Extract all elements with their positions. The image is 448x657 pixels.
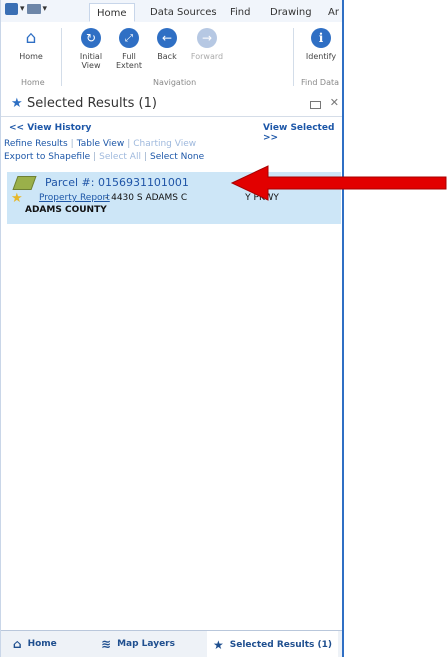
star-icon: ★ <box>11 96 23 111</box>
ribbon: ⌂ Home ↻ Initial View ⤢ Full Extent ← Ba… <box>1 22 342 93</box>
address-text: - 4430 S ADAMS C Y PKWY <box>105 193 279 203</box>
separator: | <box>70 139 74 149</box>
select-none-link[interactable]: Select None <box>150 152 204 162</box>
parcel-title[interactable]: Parcel #: 0156931101001 <box>45 176 189 189</box>
export-shapefile-link[interactable]: Export to Shapefile <box>4 152 90 162</box>
select-all-link: Select All <box>99 152 141 162</box>
separator: | <box>93 152 97 162</box>
dropdown-arrow-icon-2[interactable]: ▾ <box>43 4 48 14</box>
tab-analysis[interactable]: Ar <box>321 3 342 22</box>
favorite-star-icon[interactable]: ★ <box>11 191 23 206</box>
bottom-tab-selected-results-label: Selected Results (1) <box>229 639 333 650</box>
identify-button[interactable]: i Identify <box>301 28 341 61</box>
full-extent-button[interactable]: ⤢ Full Extent <box>109 28 149 70</box>
home-icon: ⌂ <box>25 27 37 48</box>
close-icon[interactable]: ✕ <box>330 96 339 109</box>
selected-results-header: ★ Selected Results (1) ✕ <box>1 92 342 117</box>
forward-label: Forward <box>190 52 224 61</box>
group-label-find-data: Find Data <box>301 78 340 87</box>
property-report-link[interactable]: Property Report <box>39 193 110 203</box>
bottom-tab-map-layers[interactable]: ≋ Map Layers <box>101 637 175 651</box>
table-view-link[interactable]: Table View <box>77 139 125 149</box>
separator: | <box>127 139 131 149</box>
save-icon[interactable] <box>5 3 18 15</box>
county-text: ADAMS COUNTY <box>25 205 107 215</box>
group-label-navigation: Navigation <box>153 78 197 87</box>
full-extent-label: Full Extent <box>115 52 143 70</box>
parcel-icon <box>12 176 37 190</box>
bottom-tab-selected-results[interactable]: ★ Selected Results (1) <box>207 631 339 657</box>
bottom-tab-map-layers-label: Map Layers <box>117 639 175 649</box>
address-tail: Y PKWY <box>245 193 279 203</box>
minimize-icon[interactable] <box>310 101 321 109</box>
initial-view-button[interactable]: ↻ Initial View <box>71 28 111 70</box>
bottom-tab-home-label: Home <box>27 639 57 649</box>
result-list-item[interactable]: Parcel #: 0156931101001 ★ Property Repor… <box>7 172 341 224</box>
actions-row-2: Export to Shapefile | Select All | Select No… <box>4 152 204 162</box>
bottom-tab-bar: ⌂ Home ≋ Map Layers ★ Selected Results (… <box>1 630 342 657</box>
star-icon: ★ <box>213 637 224 652</box>
back-label: Back <box>157 52 177 61</box>
charting-view-link: Charting View <box>133 139 197 149</box>
group-label-home: Home <box>21 78 45 87</box>
forward-arrow-icon: → <box>197 28 217 48</box>
view-selected-link[interactable]: View Selected >> <box>263 123 342 143</box>
back-button[interactable]: ← Back <box>147 28 187 61</box>
panel-title: Selected Results (1) <box>27 96 157 111</box>
divider <box>61 28 62 86</box>
identify-label: Identify <box>305 52 337 61</box>
ribbon-tab-row: ▾ ▾ Home Data Sources Find Drawing Ar <box>1 0 342 23</box>
quick-access-toolbar: ▾ ▾ <box>5 3 47 15</box>
tab-data-sources[interactable]: Data Sources <box>143 3 224 22</box>
separator: | <box>143 152 147 162</box>
layers-icon: ≋ <box>101 637 112 651</box>
forward-button[interactable]: → Forward <box>187 28 227 61</box>
app-panel: ▾ ▾ Home Data Sources Find Drawing Ar ⌂ … <box>0 0 344 657</box>
refine-results-link[interactable]: Refine Results <box>4 139 68 149</box>
home-button[interactable]: ⌂ Home <box>11 28 51 61</box>
address-main: - 4430 S ADAMS C <box>105 193 188 203</box>
refresh-icon: ↻ <box>81 28 101 48</box>
full-extent-icon: ⤢ <box>119 28 139 48</box>
folder-icon[interactable] <box>26 4 41 14</box>
tab-find[interactable]: Find <box>223 3 258 22</box>
info-icon: i <box>311 28 331 48</box>
divider <box>293 28 294 86</box>
tab-drawing[interactable]: Drawing <box>263 3 319 22</box>
view-history-link[interactable]: << View History <box>9 123 91 133</box>
home-button-label: Home <box>19 52 43 61</box>
home-icon: ⌂ <box>13 637 22 651</box>
back-arrow-icon: ← <box>157 28 177 48</box>
initial-view-label: Initial View <box>79 52 103 70</box>
tab-home[interactable]: Home <box>89 3 135 22</box>
bottom-tab-home[interactable]: ⌂ Home <box>13 637 57 651</box>
dropdown-arrow-icon[interactable]: ▾ <box>20 4 25 14</box>
actions-row-1: Refine Results | Table View | Charting View <box>4 139 196 149</box>
